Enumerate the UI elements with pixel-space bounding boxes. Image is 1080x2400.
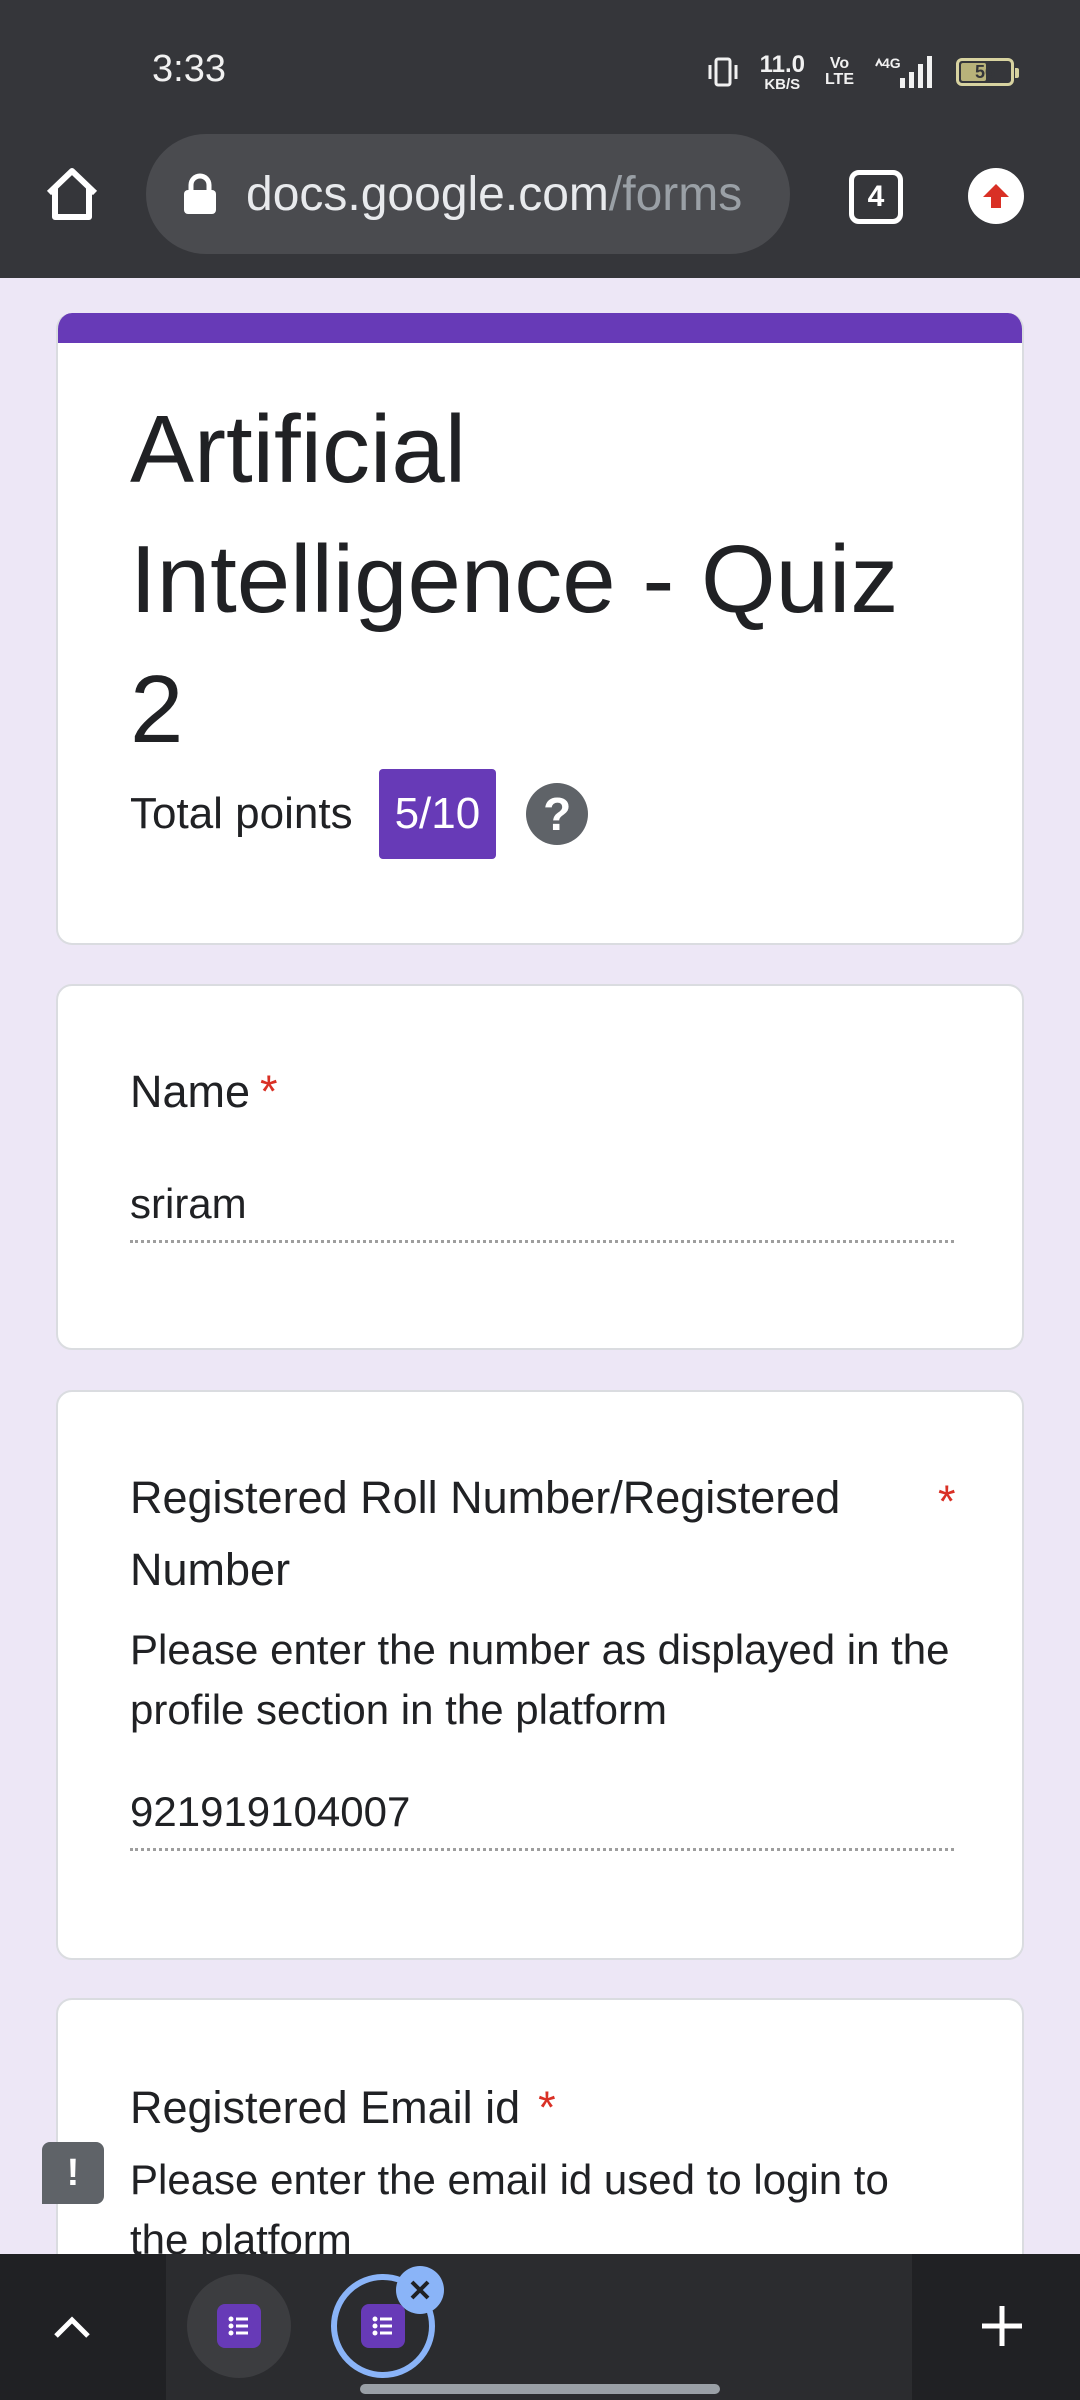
- browser-toolbar: docs.google.com/forms 4: [0, 130, 1080, 278]
- feedback-button[interactable]: !: [42, 2142, 104, 2204]
- chevron-up-icon: [54, 2316, 90, 2338]
- google-forms-icon: [361, 2304, 405, 2348]
- form-title: Artificial Intelligence - Quiz 2: [130, 396, 899, 763]
- help-icon[interactable]: ?: [526, 783, 589, 845]
- address-bar[interactable]: docs.google.com/forms: [146, 134, 790, 254]
- total-points-label: Total points: [130, 789, 353, 838]
- header-accent-bar: [58, 313, 1022, 343]
- score-badge: 5/10: [378, 769, 497, 859]
- question-card-name: Name * sriram: [56, 984, 1024, 1350]
- question-title: Registered Roll Number/Registered Number: [130, 1472, 841, 1595]
- question-title-text: Name: [130, 1066, 251, 1117]
- bottom-tab-strip: [0, 2254, 1080, 2400]
- google-forms-icon: [217, 2304, 261, 2348]
- close-tab-button[interactable]: [396, 2266, 444, 2314]
- form-header-card: Artificial Intelligence - Quiz 2 Total p…: [56, 313, 1024, 945]
- total-points-row: Total points 5/10 ?: [130, 769, 589, 859]
- question-description: Please enter the email id used to login …: [130, 2156, 889, 2263]
- tab-thumbnail[interactable]: [187, 2274, 291, 2378]
- plus-icon: [982, 2306, 1022, 2346]
- update-icon: [983, 184, 1009, 208]
- question-title: Registered Email id *: [130, 2072, 556, 2144]
- new-tab-button[interactable]: [972, 2296, 1032, 2356]
- network-speed: 11.0 KB/S: [759, 50, 805, 93]
- url-path: /forms: [608, 167, 743, 221]
- required-asterisk: *: [938, 1476, 956, 1527]
- network-speed-unit: KB/S: [764, 75, 801, 93]
- question-title-text: Registered Email id: [130, 2082, 521, 2133]
- question-card-roll-number: Registered Roll Number/Registered Number…: [56, 1390, 1024, 1960]
- close-icon: [410, 2280, 430, 2300]
- network-type: 4G: [882, 55, 901, 71]
- home-button[interactable]: [34, 156, 110, 232]
- expand-tabs-button[interactable]: [40, 2294, 104, 2358]
- name-answer: sriram: [130, 1180, 954, 1243]
- required-asterisk: *: [260, 1066, 278, 1117]
- update-button[interactable]: [968, 168, 1024, 224]
- vibrate-icon: [708, 57, 738, 87]
- volte-indicator: Vo LTE: [825, 56, 854, 88]
- home-icon: [46, 168, 98, 220]
- volte-bottom: LTE: [824, 71, 854, 88]
- network-speed-value: 11.0: [759, 50, 805, 78]
- required-asterisk: *: [538, 2082, 556, 2133]
- lock-icon: [184, 173, 216, 214]
- status-icons: 11.0 KB/S Vo LTE 4G 56: [706, 50, 1019, 94]
- status-bar: 3:33 11.0 KB/S Vo LTE 4G 56: [0, 0, 1080, 130]
- url-domain: docs.google.com: [246, 167, 609, 221]
- tab-count: 4: [867, 180, 885, 213]
- signal-icon: 4G: [875, 55, 932, 88]
- url-text: docs.google.com/forms: [246, 167, 742, 222]
- status-time: 3:33: [152, 48, 226, 90]
- tab-switcher-button[interactable]: 4: [849, 170, 903, 224]
- question-description: Please enter the number as displayed in …: [130, 1626, 950, 1733]
- battery-icon: 56: [956, 58, 1019, 86]
- gesture-navigation-bar[interactable]: [360, 2384, 720, 2394]
- volte-top: Vo: [829, 55, 850, 72]
- battery-level: 56: [974, 61, 996, 82]
- roll-number-answer: 921919104007: [130, 1788, 954, 1851]
- question-title: Name *: [130, 1056, 278, 1128]
